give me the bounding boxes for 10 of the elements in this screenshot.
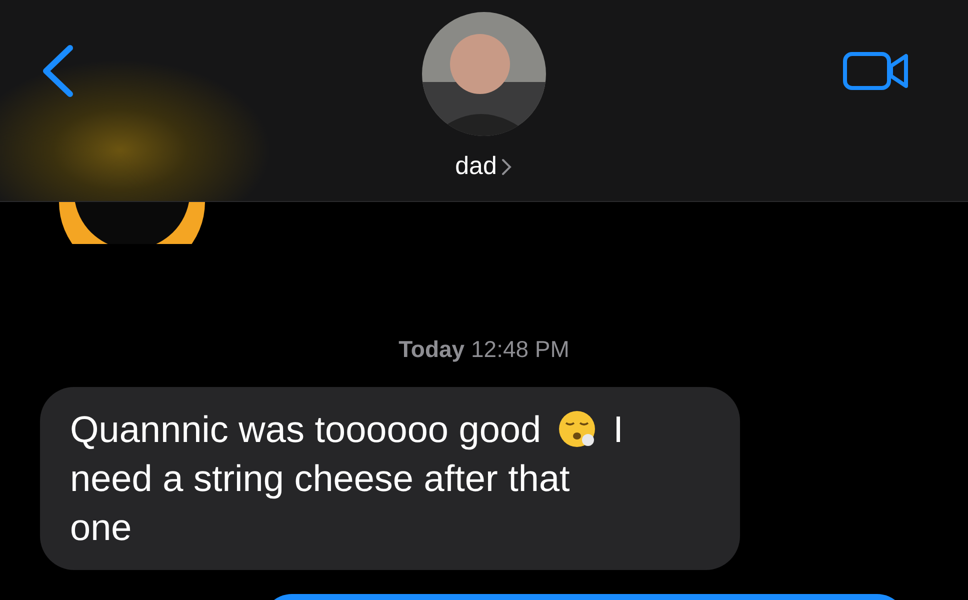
video-camera-icon[interactable] — [842, 50, 910, 92]
message-text: need a string cheese after that — [70, 456, 570, 501]
chevron-icon — [500, 156, 513, 177]
timestamp: Today 12:48 PM — [398, 336, 570, 362]
exhaling-face-icon — [557, 409, 598, 449]
back-icon[interactable] — [40, 44, 76, 98]
contact-name[interactable]: dad — [455, 148, 497, 186]
message-text: I — [613, 408, 624, 452]
message-text: one — [70, 506, 132, 550]
message-text: Quannnic was toooooo good — [70, 408, 542, 452]
